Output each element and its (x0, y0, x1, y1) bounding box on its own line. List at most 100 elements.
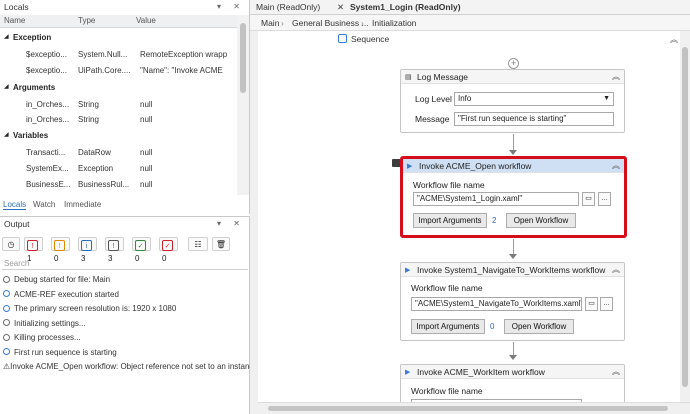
clear-output-icon[interactable]: 🗑 (212, 237, 230, 251)
designer-canvas[interactable]: Sequence ︽ + ▤ Log Message ︽ Log Level I… (258, 31, 690, 402)
sequence-label: Sequence (351, 34, 390, 44)
filter-info-button[interactable]: i3 (78, 237, 97, 263)
filter-error-button[interactable]: !1 (24, 237, 43, 263)
trace-icon: ! (108, 240, 119, 251)
locals-row[interactable]: in_Orches... String null (0, 111, 238, 128)
collapse-icon[interactable]: ︽ (612, 264, 620, 275)
log-level-label: Log Level (415, 94, 452, 104)
list-settings-icon[interactable]: ☷ (188, 237, 208, 251)
locals-row[interactable]: $exceptio... System.Null... RemoteExcept… (0, 46, 238, 63)
filter-verification-fail-button[interactable]: ✓0 (159, 237, 178, 263)
designer-gutter (250, 31, 258, 414)
scroll-thumb[interactable] (240, 23, 246, 93)
chevron-down-icon: ▼ (603, 95, 610, 102)
locals-row[interactable]: SystemEx... Exception null (0, 160, 238, 177)
log-line[interactable]: Killing processes... (3, 331, 81, 344)
log-line[interactable]: The primary screen resolution is: 1920 x… (3, 302, 176, 315)
invoke-acme-workitem-activity[interactable]: ▶ Invoke ACME_WorkItem workflow ︽ Workfl… (400, 364, 625, 402)
output-search-input[interactable]: Search (2, 257, 248, 270)
workflow-file-field[interactable]: "ACME\System1_Login.xaml" (413, 192, 579, 206)
breadcrumb-initialization[interactable]: Initialization (372, 18, 416, 28)
invoke-navigate-activity[interactable]: ▶ Invoke System1_NavigateTo_WorkItems wo… (400, 262, 625, 341)
trace-icon (3, 275, 10, 283)
column-value[interactable]: Value (136, 16, 156, 25)
open-workflow-button[interactable]: Open Workflow (504, 319, 574, 334)
log-line[interactable]: Initializing settings... (3, 317, 86, 330)
scroll-thumb[interactable] (268, 406, 668, 411)
invoke-workflow-icon: ▶ (405, 369, 411, 376)
argument-count: 2 (492, 216, 497, 225)
tab-watch[interactable]: Watch (33, 200, 55, 209)
import-arguments-button[interactable]: Import Arguments (411, 319, 485, 334)
var-type: BusinessRul... (78, 180, 130, 189)
locals-row[interactable]: Transacti... DataRow null (0, 144, 238, 161)
error-icon: ! (27, 240, 38, 251)
invoke-workflow-icon: ▶ (405, 267, 411, 274)
log-level-select[interactable]: Info ▼ (454, 92, 614, 106)
tab-main[interactable]: Main (ReadOnly) (256, 2, 320, 12)
invoke-workflow-icon: ▶ (407, 163, 413, 170)
connector-arrow (509, 150, 517, 155)
collapse-icon[interactable]: ︽ (612, 366, 620, 377)
log-line[interactable]: Debug started for file: Main (3, 273, 110, 286)
activity-title: Invoke ACME_Open workflow (419, 161, 532, 171)
tab-immediate[interactable]: Immediate (64, 200, 101, 209)
collapse-icon[interactable]: ︽ (612, 160, 620, 171)
column-name[interactable]: Name (4, 16, 25, 25)
sequence-header[interactable]: Sequence (338, 34, 389, 44)
workflow-file-field[interactable]: "ACME\System1_NavigateTo_WorkItems.xaml" (411, 297, 582, 311)
locals-row[interactable]: $exceptio... UiPath.Core.... "Name": "In… (0, 62, 238, 79)
tab-locals[interactable]: Locals (3, 200, 27, 210)
canvas-vertical-scrollbar[interactable] (680, 31, 690, 402)
tab-system1-login[interactable]: System1_Login (ReadOnly) (350, 2, 461, 12)
filter-trace-button[interactable]: !3 (105, 237, 124, 263)
activity-header[interactable]: ▤ Log Message ︽ (401, 70, 624, 84)
collapse-icon[interactable]: ︽ (612, 71, 620, 82)
var-type: Exception (78, 164, 114, 173)
connector-arrow (509, 254, 517, 259)
group-exception[interactable]: ◢ Exception (0, 29, 238, 46)
close-icon[interactable]: ✕ (337, 2, 344, 13)
add-activity-icon[interactable]: + (508, 58, 519, 69)
activity-header[interactable]: ▶ Invoke ACME_Open workflow ︽ (403, 159, 624, 173)
locals-window-buttons[interactable]: ▾ ✕ (217, 2, 245, 11)
var-type: String (78, 115, 99, 124)
collapse-icon[interactable]: ︽ (670, 34, 678, 45)
document-tabs: Main (ReadOnly) ✕ System1_Login (ReadOnl… (250, 0, 690, 15)
activity-header[interactable]: ▶ Invoke System1_NavigateTo_WorkItems wo… (401, 263, 624, 277)
locals-row[interactable]: BusinessE... BusinessRul... null (0, 176, 238, 193)
browse-button[interactable]: ... (598, 192, 611, 206)
scroll-thumb[interactable] (682, 47, 688, 387)
folder-icon[interactable]: ▭ (582, 192, 595, 206)
breadcrumb-general[interactable]: General Business ... (292, 18, 369, 28)
open-workflow-button[interactable]: Open Workflow (506, 213, 576, 228)
folder-icon[interactable]: ▭ (585, 297, 598, 311)
message-field[interactable]: "First run sequence is starting" (454, 112, 614, 126)
var-name: $exceptio... (26, 66, 67, 75)
locals-scrollbar[interactable] (237, 15, 249, 195)
activity-header[interactable]: ▶ Invoke ACME_WorkItem workflow ︽ (401, 365, 624, 379)
group-variables[interactable]: ◢ Variables (0, 127, 238, 144)
log-message-activity[interactable]: ▤ Log Message ︽ Log Level Info ▼ Message… (400, 69, 625, 133)
activity-title: Log Message (417, 72, 469, 82)
output-panel: Output ▾ ✕ ◷ !1 !0 i3 !3 ✓0 ✓0 ☷ 🗑 Search Deb… (0, 216, 304, 414)
clock-icon[interactable]: ◷ (2, 237, 20, 251)
var-value: null (140, 164, 153, 173)
log-line[interactable]: First run sequence is starting (3, 346, 117, 359)
breadcrumb-main[interactable]: Main (261, 18, 279, 28)
output-window-buttons[interactable]: ▾ ✕ (217, 219, 245, 228)
canvas-horizontal-scrollbar[interactable] (258, 402, 690, 414)
browse-button[interactable]: ... (600, 297, 613, 311)
info-icon: i (81, 240, 92, 251)
log-line[interactable]: ACME-REF execution started (3, 288, 119, 301)
invoke-acme-open-activity[interactable]: ▶ Invoke ACME_Open workflow ︽ Workflow f… (400, 156, 627, 238)
filter-verification-pass-button[interactable]: ✓0 (132, 237, 151, 263)
log-text: First run sequence is starting (14, 347, 117, 357)
group-arguments[interactable]: ◢ Arguments (0, 79, 238, 96)
workflow-file-label: Workflow file name (413, 180, 485, 190)
var-value: null (140, 180, 153, 189)
column-type[interactable]: Type (78, 16, 95, 25)
import-arguments-button[interactable]: Import Arguments (413, 213, 487, 228)
filter-warning-button[interactable]: !0 (51, 237, 70, 263)
log-text: ACME-REF execution started (14, 289, 119, 299)
